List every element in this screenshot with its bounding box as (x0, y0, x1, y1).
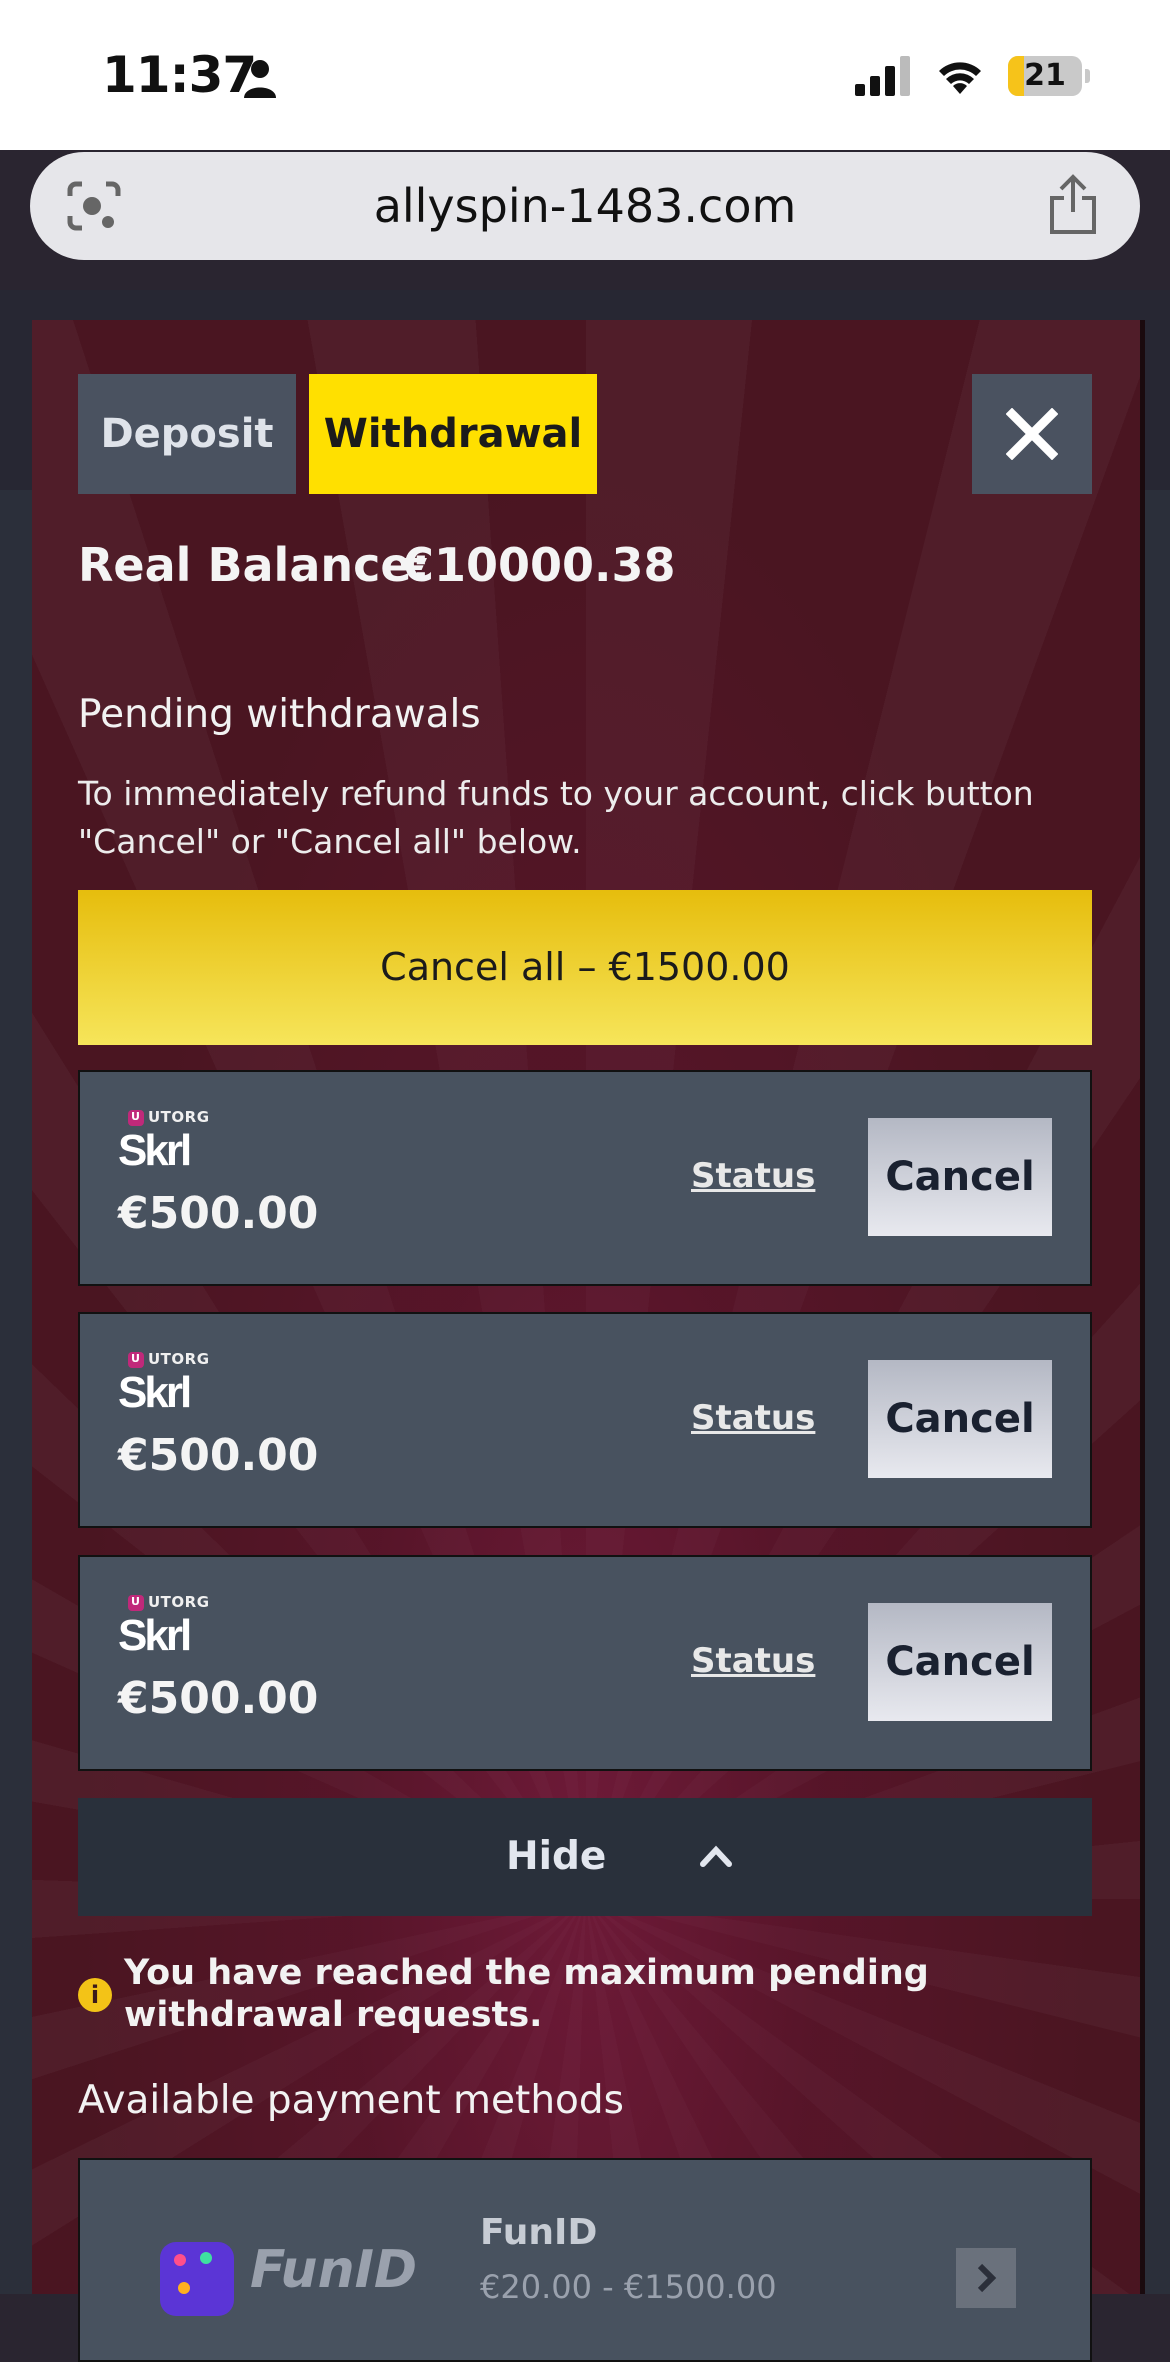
chevron-up-icon (700, 1845, 732, 1867)
cancel-button[interactable]: Cancel (868, 1118, 1052, 1236)
person-icon (244, 60, 276, 98)
battery-icon: 21 (1008, 56, 1090, 96)
withdrawal-amount: €500.00 (118, 1673, 319, 1724)
utorg-logo-icon (128, 1110, 144, 1126)
pending-withdrawals-description: To immediately refund funds to your acco… (78, 774, 1034, 861)
info-icon: i (78, 1978, 112, 2012)
cellular-signal-icon (855, 56, 910, 96)
close-icon (1006, 408, 1058, 460)
utorg-logo-icon (128, 1352, 144, 1368)
available-methods-title: Available payment methods (78, 2078, 624, 2123)
provider-badge: UTORG (148, 1350, 210, 1368)
status-link[interactable]: Status (691, 1398, 815, 1438)
utorg-logo-icon (128, 1595, 144, 1611)
pending-withdrawal-card: UTORG Skrl €500.00 Status Cancel (78, 1555, 1092, 1771)
balance-label: Real Balance: (78, 538, 430, 592)
status-bar: 11:37 21 (0, 0, 1170, 150)
close-button[interactable] (972, 374, 1092, 494)
chevron-right-icon (977, 2263, 997, 2293)
hide-button[interactable]: Hide (78, 1798, 1092, 1916)
payment-method-range: €20.00 - €1500.00 (480, 2268, 777, 2306)
cancel-button[interactable]: Cancel (868, 1603, 1052, 1721)
status-link[interactable]: Status (691, 1641, 815, 1681)
url-text: allyspin-1483.com (373, 179, 797, 233)
cancel-button[interactable]: Cancel (868, 1360, 1052, 1478)
funid-logo-icon (160, 2242, 234, 2316)
provider-logo: Skrl (118, 1611, 192, 1660)
withdrawal-amount: €500.00 (118, 1430, 319, 1481)
pending-withdrawals-title: Pending withdrawals (78, 692, 481, 737)
provider-logo: Skrl (118, 1126, 192, 1175)
battery-level: 21 (1024, 58, 1066, 93)
tab-withdrawal[interactable]: Withdrawal (309, 374, 597, 494)
tab-deposit[interactable]: Deposit (78, 374, 296, 494)
payment-method-name: FunID (480, 2212, 598, 2253)
payment-method-funid[interactable]: FunID FunID €20.00 - €1500.00 (78, 2158, 1092, 2362)
provider-logo: Skrl (118, 1368, 192, 1417)
funid-wordmark: FunID (250, 2240, 418, 2300)
hide-label: Hide (506, 1834, 607, 1879)
balance-value: €10000.38 (402, 538, 676, 592)
pending-withdrawal-card: UTORG Skrl €500.00 Status Cancel (78, 1312, 1092, 1528)
provider-badge: UTORG (148, 1593, 210, 1611)
provider-badge: UTORG (148, 1108, 210, 1126)
address-bar[interactable]: allyspin-1483.com (30, 152, 1140, 260)
withdrawal-amount: €500.00 (118, 1188, 319, 1239)
status-link[interactable]: Status (691, 1156, 815, 1196)
cancel-all-button[interactable]: Cancel all – €1500.00 (78, 890, 1092, 1045)
pending-withdrawal-card: UTORG Skrl €500.00 Status Cancel (78, 1070, 1092, 1286)
max-pending-notice: You have reached the maximum pending wit… (124, 1953, 929, 2035)
wifi-icon (939, 62, 981, 94)
share-icon[interactable] (1046, 174, 1100, 236)
clock: 11:37 (102, 46, 257, 104)
chevron-right-button[interactable] (956, 2248, 1016, 2308)
